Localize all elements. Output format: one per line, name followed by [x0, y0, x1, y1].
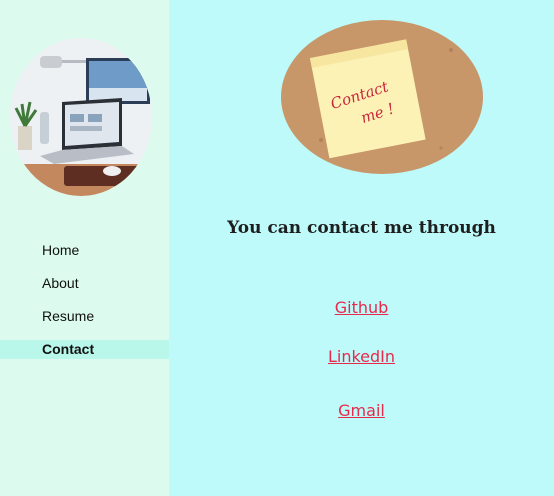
- nav-item-resume[interactable]: Resume: [0, 304, 169, 328]
- contact-note-image: Contact me !: [281, 20, 483, 174]
- nav-item-about[interactable]: About: [0, 271, 169, 295]
- nav-item-contact[interactable]: Contact: [0, 340, 169, 359]
- profile-photo: [10, 38, 152, 196]
- contact-heading: You can contact me through: [227, 218, 496, 238]
- github-link[interactable]: Github: [169, 298, 554, 317]
- gmail-link[interactable]: Gmail: [169, 401, 554, 420]
- main-content: Contact me ! You can contact me through …: [169, 0, 554, 496]
- sidebar-nav: Home About Resume Contact: [0, 238, 169, 368]
- page: Home About Resume Contact Contact me ! Y…: [0, 0, 554, 496]
- sidebar: Home About Resume Contact: [0, 0, 169, 496]
- nav-item-home[interactable]: Home: [0, 238, 169, 262]
- linkedin-link[interactable]: LinkedIn: [169, 347, 554, 366]
